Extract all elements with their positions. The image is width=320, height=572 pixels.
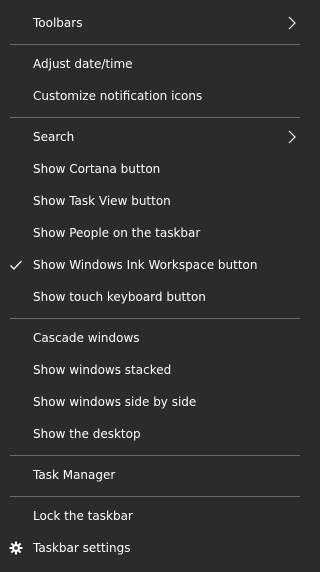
checkmark-icon [10,260,22,270]
menu-item-adjust-date-time[interactable]: Adjust date/time [0,48,310,80]
menu-separator [10,496,300,497]
menu-item-task-manager[interactable]: Task Manager [0,459,310,491]
menu-item-label: Taskbar settings [33,541,131,555]
menu-item-label: Search [33,130,75,144]
menu-item-cascade-windows[interactable]: Cascade windows [0,322,310,354]
menu-item-search[interactable]: Search [0,121,310,153]
menu-separator [10,455,300,456]
menu-item-show-people[interactable]: Show People on the taskbar [0,217,310,249]
menu-item-label: Show People on the taskbar [33,226,201,240]
menu-separator [10,117,300,118]
menu-item-label: Show windows stacked [33,363,172,377]
chevron-right-icon [288,130,296,144]
menu-item-show-touch-keyboard[interactable]: Show touch keyboard button [0,281,310,313]
taskbar-context-menu: Toolbars Adjust date/time Customize noti… [0,0,310,572]
menu-item-customize-notification-icons[interactable]: Customize notification icons [0,80,310,112]
menu-item-label: Task Manager [33,468,116,482]
menu-item-label: Lock the taskbar [33,509,133,523]
menu-item-label: Show Cortana button [33,162,161,176]
gear-icon [9,541,23,555]
menu-item-show-desktop[interactable]: Show the desktop [0,418,310,450]
chevron-right-icon [288,16,296,30]
menu-item-show-cortana-button[interactable]: Show Cortana button [0,153,310,185]
menu-separator [10,318,300,319]
menu-item-label: Show Task View button [33,194,171,208]
menu-item-show-windows-ink[interactable]: Show Windows Ink Workspace button [0,249,310,281]
menu-item-show-task-view-button[interactable]: Show Task View button [0,185,310,217]
menu-item-label: Customize notification icons [33,89,203,103]
menu-item-label: Show the desktop [33,427,141,441]
menu-item-label: Show windows side by side [33,395,197,409]
menu-item-label: Cascade windows [33,331,140,345]
menu-item-label: Show Windows Ink Workspace button [33,258,258,272]
menu-item-label: Adjust date/time [33,57,133,71]
menu-item-toolbars[interactable]: Toolbars [0,7,310,39]
menu-item-label: Toolbars [33,16,83,30]
menu-separator [10,44,300,45]
menu-item-taskbar-settings[interactable]: Taskbar settings [0,532,310,564]
menu-item-show-windows-stacked[interactable]: Show windows stacked [0,354,310,386]
menu-item-show-windows-side-by-side[interactable]: Show windows side by side [0,386,310,418]
menu-item-lock-taskbar[interactable]: Lock the taskbar [0,500,310,532]
menu-item-label: Show touch keyboard button [33,290,206,304]
